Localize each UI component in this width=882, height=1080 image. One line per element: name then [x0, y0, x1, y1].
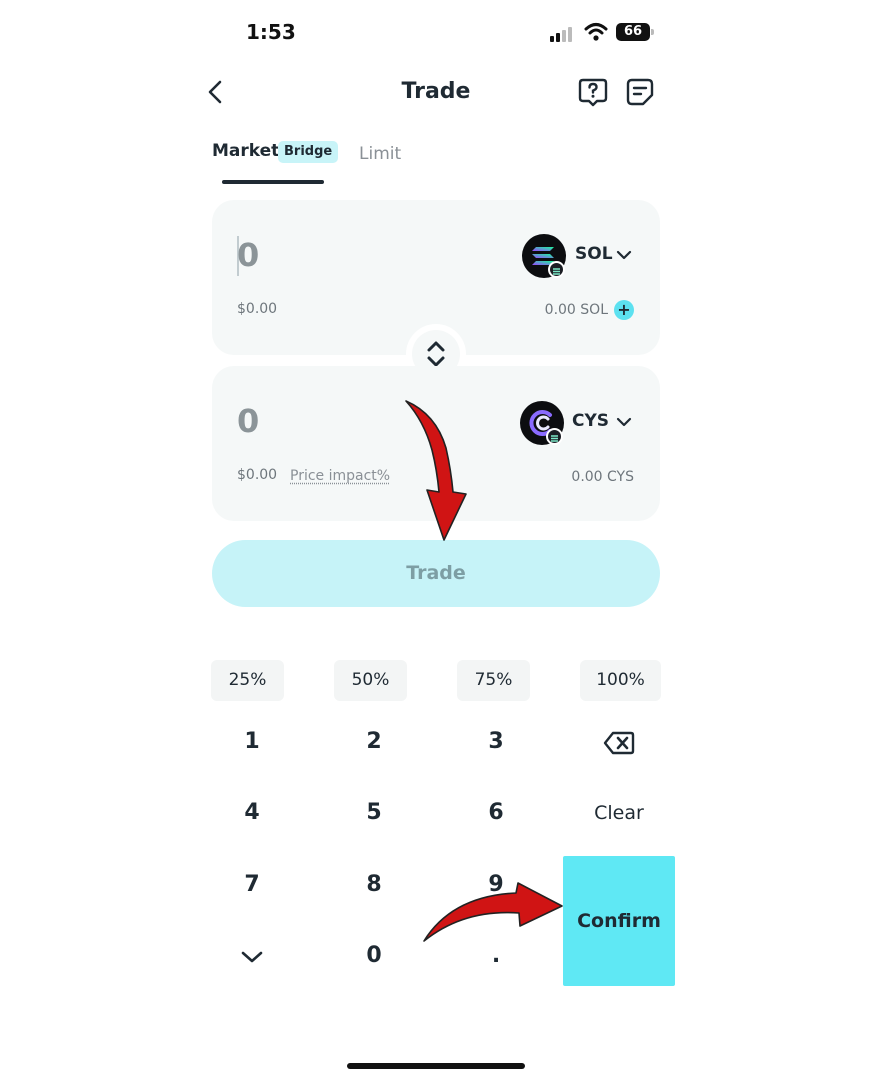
- signal-icon: [550, 26, 576, 42]
- tab-limit[interactable]: Limit: [359, 144, 401, 164]
- percent-100-button[interactable]: 100%: [580, 660, 661, 701]
- collapse-keyboard-icon[interactable]: [240, 949, 264, 965]
- from-amount-input[interactable]: 0: [237, 236, 259, 274]
- backspace-icon[interactable]: [603, 730, 635, 756]
- key-decimal[interactable]: .: [466, 943, 526, 968]
- active-tab-indicator: [222, 180, 324, 184]
- wifi-icon: [584, 23, 608, 41]
- key-1[interactable]: 1: [222, 729, 282, 754]
- to-token-symbol[interactable]: CYS: [572, 411, 609, 431]
- percent-25-button[interactable]: 25%: [211, 660, 284, 701]
- key-0[interactable]: 0: [344, 943, 404, 968]
- confirm-button[interactable]: Confirm: [563, 856, 675, 986]
- status-time: 1:53: [246, 20, 296, 44]
- orders-icon[interactable]: [626, 77, 654, 107]
- key-8[interactable]: 8: [344, 872, 404, 897]
- home-indicator: [347, 1063, 525, 1069]
- chain-badge-icon: [548, 261, 565, 278]
- clear-button[interactable]: Clear: [574, 802, 664, 824]
- page-title: Trade: [401, 79, 471, 104]
- from-usd-value: $0.00: [237, 301, 278, 317]
- trade-button[interactable]: Trade: [212, 540, 660, 607]
- help-icon[interactable]: [578, 77, 608, 107]
- to-usd-value: $0.00: [237, 467, 278, 483]
- percent-50-button[interactable]: 50%: [334, 660, 407, 701]
- key-7[interactable]: 7: [222, 872, 282, 897]
- from-balance: 0.00 SOL: [544, 302, 608, 318]
- chevron-down-icon[interactable]: [616, 417, 632, 427]
- key-2[interactable]: 2: [344, 729, 404, 754]
- bridge-badge: Bridge: [278, 141, 339, 163]
- to-token-card: [212, 366, 660, 521]
- battery-indicator: 66: [616, 23, 654, 41]
- add-funds-icon[interactable]: +: [614, 300, 634, 320]
- key-6[interactable]: 6: [466, 800, 526, 825]
- key-3[interactable]: 3: [466, 729, 526, 754]
- from-token-symbol[interactable]: SOL: [575, 244, 613, 264]
- percent-75-button[interactable]: 75%: [457, 660, 530, 701]
- price-impact-link[interactable]: Price impact%: [290, 468, 390, 484]
- chevron-down-icon[interactable]: [616, 250, 632, 260]
- key-4[interactable]: 4: [222, 800, 282, 825]
- key-9[interactable]: 9: [466, 872, 526, 897]
- to-balance: 0.00 CYS: [571, 469, 634, 485]
- chain-badge-icon: [546, 428, 563, 445]
- key-5[interactable]: 5: [344, 800, 404, 825]
- tab-market[interactable]: Market: [212, 141, 279, 161]
- to-amount: 0: [237, 402, 260, 440]
